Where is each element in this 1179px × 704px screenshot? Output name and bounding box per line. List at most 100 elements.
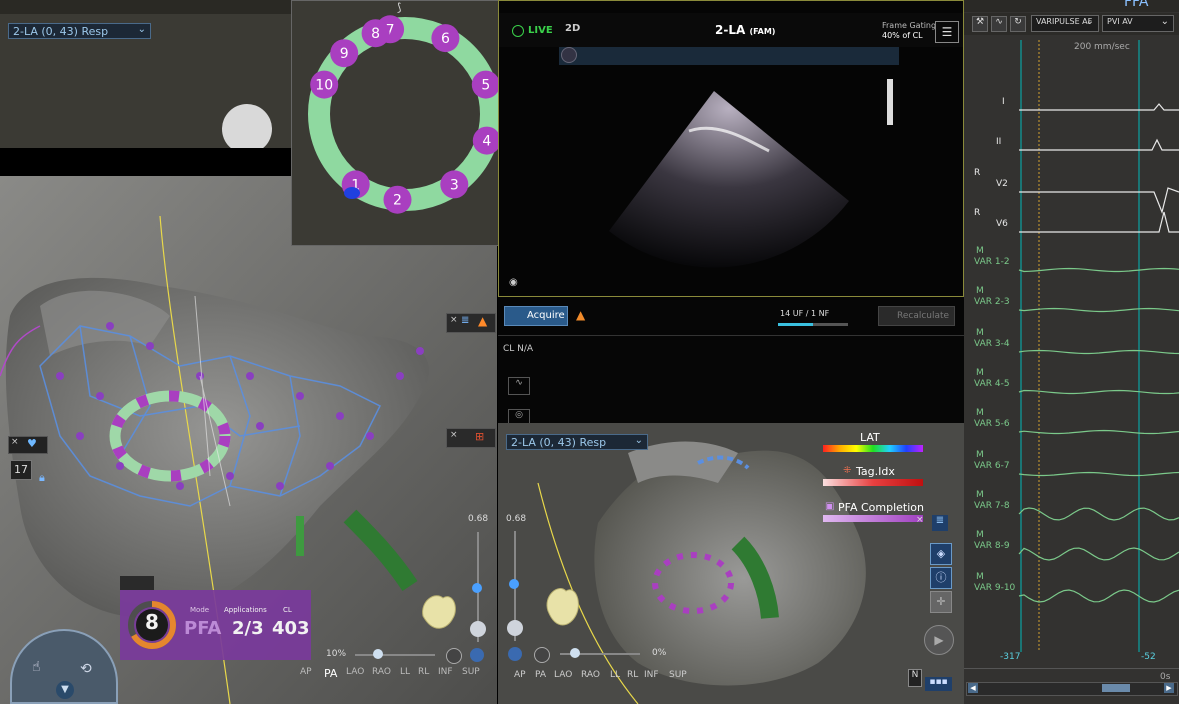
ecg-channel-label: VAR 2-3 (974, 297, 1010, 307)
hud-tab[interactable] (120, 576, 154, 590)
list-icon[interactable]: ≣ (932, 515, 948, 531)
warning-icon[interactable]: ▲ (478, 314, 487, 328)
close-icon[interactable]: × (916, 515, 924, 525)
view-title-sub: (FAM) (749, 27, 776, 36)
right-zoom-knob-a[interactable] (508, 647, 522, 661)
close-icon[interactable]: × (450, 430, 458, 440)
view-lao[interactable]: LAO (554, 670, 578, 684)
play-icon[interactable]: ▶ (924, 625, 954, 655)
ecg-trace (1018, 349, 1179, 355)
right-zoom-thumb[interactable] (570, 648, 580, 658)
time-end: 0s (1160, 672, 1171, 682)
ecg-channel-prefix: R (974, 168, 981, 178)
hammer-icon[interactable]: ⚒ (972, 16, 988, 32)
view-pa[interactable]: PA (535, 670, 551, 684)
ecg-preset-select[interactable]: VARIPULSE AF ⌄ (1031, 15, 1099, 32)
top-left-map-selector[interactable]: 2-LA (0, 43) Resp ⌄ (8, 23, 151, 39)
map-badge-tools[interactable]: × ≣ ▲ (446, 313, 496, 333)
view-rao[interactable]: RAO (581, 670, 607, 684)
ecg-channel-label: VAR 1-2 (974, 257, 1010, 267)
chevron-down-icon[interactable]: ⌄ (1161, 16, 1169, 27)
rotate-icon[interactable]: ⟲ (80, 661, 92, 677)
left-side-tool[interactable]: × ♥ (8, 436, 48, 454)
ring-electrode-label: 4 (482, 134, 491, 150)
chevron-down-icon[interactable]: ⌄ (635, 435, 643, 446)
left-zoom-thumb[interactable] (373, 649, 383, 659)
view-rl[interactable]: RL (627, 670, 641, 684)
heart-icon[interactable]: ♥ (27, 437, 37, 450)
ecg-top-text: FFA (1124, 0, 1149, 10)
ecg-scrollbar[interactable]: ◀ ▶ (966, 682, 1178, 696)
right-zoom-value: 0% (652, 648, 667, 658)
view-ll[interactable]: LL (610, 670, 624, 684)
settings-sliders-icon[interactable]: ☰ (935, 21, 959, 43)
marker-left-value: -317 (1000, 652, 1021, 662)
recalculate-label: Recalculate (897, 311, 950, 321)
left-zoom-knob[interactable] (446, 648, 462, 664)
right-opacity-thumb[interactable] (509, 579, 519, 589)
right-reset-button[interactable] (507, 620, 523, 636)
close-icon[interactable]: × (11, 437, 19, 447)
reset-view-button[interactable] (470, 621, 486, 637)
hand-icon[interactable]: ☝ (32, 659, 41, 675)
view-ll[interactable]: LL (400, 667, 416, 683)
scroll-left-icon[interactable]: ◀ (968, 683, 978, 693)
chevron-down-icon[interactable]: ⌄ (1086, 16, 1094, 27)
right-map[interactable]: 2-LA (0, 43) Resp ⌄ LAT Tag.Idx ⁜ PFA Co… (498, 423, 964, 704)
grid-icon[interactable]: ⊞ (475, 430, 484, 443)
target-icon[interactable]: ◎ (508, 409, 530, 423)
view-ap[interactable]: AP (514, 670, 532, 684)
more-button[interactable]: ▪▪▪ (925, 677, 952, 691)
view-sup[interactable]: SUP (669, 670, 691, 684)
left-zoom-knob-2[interactable] (470, 648, 484, 662)
recalculate-button[interactable]: Recalculate (878, 306, 955, 326)
view-ap[interactable]: AP (300, 667, 322, 683)
left-main-map[interactable]: × ≣ ▲ × ⊞ × ♥ 17 🔒︎ 8 Mode PFA Applicati… (0, 176, 497, 704)
acquire-button[interactable]: Acquire (504, 306, 568, 326)
mode-label[interactable]: 2D (565, 23, 580, 34)
chevron-down-icon[interactable]: ⌄ (138, 24, 146, 35)
ecg-channel-prefix: M (976, 450, 984, 460)
ecg-view-select[interactable]: PVI AV ⌄ (1102, 15, 1174, 32)
view-rao[interactable]: RAO (372, 667, 398, 683)
lock-icon[interactable]: 🔒︎ (39, 471, 45, 485)
ecg-trace (1019, 138, 1179, 151)
refresh-icon[interactable]: ↻ (1010, 16, 1026, 32)
view-sup[interactable]: SUP (462, 667, 486, 683)
map-badge-tools-2[interactable]: × ⊞ (446, 428, 496, 448)
eye-icon[interactable]: ◉ (509, 277, 518, 288)
info-icon[interactable]: ⓘ (930, 567, 952, 589)
chevron-down-icon[interactable]: ▼ (56, 681, 74, 699)
right-zoom-knob-b[interactable] (534, 647, 550, 663)
waveform-add-icon[interactable]: ∿ (991, 16, 1007, 32)
view-inf[interactable]: INF (438, 667, 460, 683)
warning-icon[interactable]: ▲ (576, 308, 585, 322)
hud-mode-value: PFA (184, 618, 222, 639)
ring-electrode-label: 9 (340, 46, 349, 62)
scroll-right-icon[interactable]: ▶ (1164, 683, 1174, 693)
ring-electrode-label: 5 (481, 78, 490, 94)
close-icon[interactable]: × (450, 315, 458, 325)
opacity-slider-thumb[interactable] (472, 583, 482, 593)
right-map-selector[interactable]: 2-LA (0, 43) Resp ⌄ (506, 434, 648, 450)
waveform-icon[interactable]: ∿ (508, 377, 530, 395)
ecg-preset-label: VARIPULSE AF (1036, 17, 1093, 26)
move-icon[interactable]: ✛ (930, 591, 952, 613)
legend-tag-label: Tag.Idx (856, 465, 895, 478)
legend-lat-label: LAT (860, 431, 880, 444)
scroll-thumb[interactable] (1102, 684, 1130, 692)
ecg-channel-prefix: M (976, 368, 984, 378)
left-zoom-track[interactable] (355, 654, 435, 656)
view-pa[interactable]: PA (324, 667, 344, 683)
view-lao[interactable]: LAO (346, 667, 370, 683)
hud-cl-value: 403 (272, 618, 310, 639)
cl-status: CL N/A (503, 344, 534, 354)
ablation-hud: 8 Mode PFA Applications 2/3 CL 403 (120, 590, 311, 660)
view-inf[interactable]: INF (644, 670, 666, 684)
list-icon[interactable]: ≣ (461, 315, 469, 326)
map-layers-icon[interactable]: ◈ (930, 543, 952, 565)
ecg-trace (1018, 589, 1179, 603)
view-rl[interactable]: RL (418, 667, 436, 683)
white-sphere-marker (222, 104, 272, 150)
ring-electrode-label: 3 (450, 177, 459, 193)
